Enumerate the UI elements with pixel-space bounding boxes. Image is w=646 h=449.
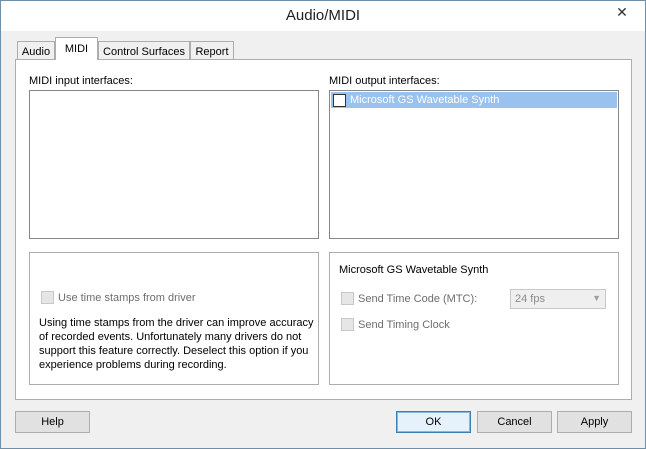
checkbox-label: Use time stamps from driver — [58, 291, 196, 304]
ok-button[interactable]: OK — [396, 411, 471, 433]
help-button[interactable]: Help — [15, 411, 90, 433]
apply-button[interactable]: Apply — [557, 411, 632, 433]
tab-audio[interactable]: Audio — [17, 41, 55, 61]
device-name: Microsoft GS Wavetable Synth — [339, 264, 489, 276]
device-settings-group: Microsoft GS Wavetable Synth Send Time C… — [329, 252, 619, 385]
midi-input-label: MIDI input interfaces: — [29, 75, 133, 87]
checkbox-box — [41, 291, 54, 304]
tab-midi[interactable]: MIDI — [55, 37, 98, 60]
midi-output-list[interactable]: Microsoft GS Wavetable Synth — [329, 90, 619, 239]
close-button[interactable]: ✕ — [607, 2, 637, 22]
list-item-label: Microsoft GS Wavetable Synth — [350, 94, 500, 106]
use-timestamps-checkbox[interactable]: Use time stamps from driver — [41, 291, 196, 304]
checkbox-label: Send Timing Clock — [358, 318, 450, 331]
checkbox-box — [341, 318, 354, 331]
send-time-code-checkbox[interactable]: Send Time Code (MTC): — [341, 292, 477, 305]
tab-control-surfaces[interactable]: Control Surfaces — [98, 41, 190, 61]
checkbox-box — [341, 292, 354, 305]
chevron-down-icon: ▼ — [592, 293, 601, 303]
tab-label: Control Surfaces — [103, 45, 185, 58]
timestamps-description: Using time stamps from the driver can im… — [39, 317, 314, 371]
title-bar: Audio/MIDI ✕ — [1, 1, 645, 31]
send-timing-clock-checkbox[interactable]: Send Timing Clock — [341, 318, 450, 331]
close-icon: ✕ — [616, 3, 628, 20]
tab-label: MIDI — [64, 43, 89, 55]
tab-label: Report — [195, 45, 229, 58]
timestamps-group: Use time stamps from driver Using time s… — [29, 252, 319, 385]
tab-label: Audio — [21, 45, 51, 58]
midi-output-label: MIDI output interfaces: — [329, 75, 440, 87]
midi-input-list[interactable] — [29, 90, 319, 239]
list-item[interactable]: Microsoft GS Wavetable Synth — [331, 92, 617, 108]
tab-report[interactable]: Report — [190, 41, 234, 61]
fps-value: 24 fps — [515, 293, 545, 305]
output-checkbox[interactable] — [333, 93, 346, 107]
fps-select[interactable]: 24 fps ▼ — [510, 289, 606, 309]
audio-midi-dialog: Audio/MIDI ✕ Audio MIDI Control Surfaces… — [0, 0, 646, 449]
checkbox-label: Send Time Code (MTC): — [358, 292, 478, 305]
window-title: Audio/MIDI — [285, 7, 361, 24]
cancel-button[interactable]: Cancel — [477, 411, 552, 433]
midi-tab-panel: MIDI input interfaces: MIDI output inter… — [15, 59, 632, 400]
